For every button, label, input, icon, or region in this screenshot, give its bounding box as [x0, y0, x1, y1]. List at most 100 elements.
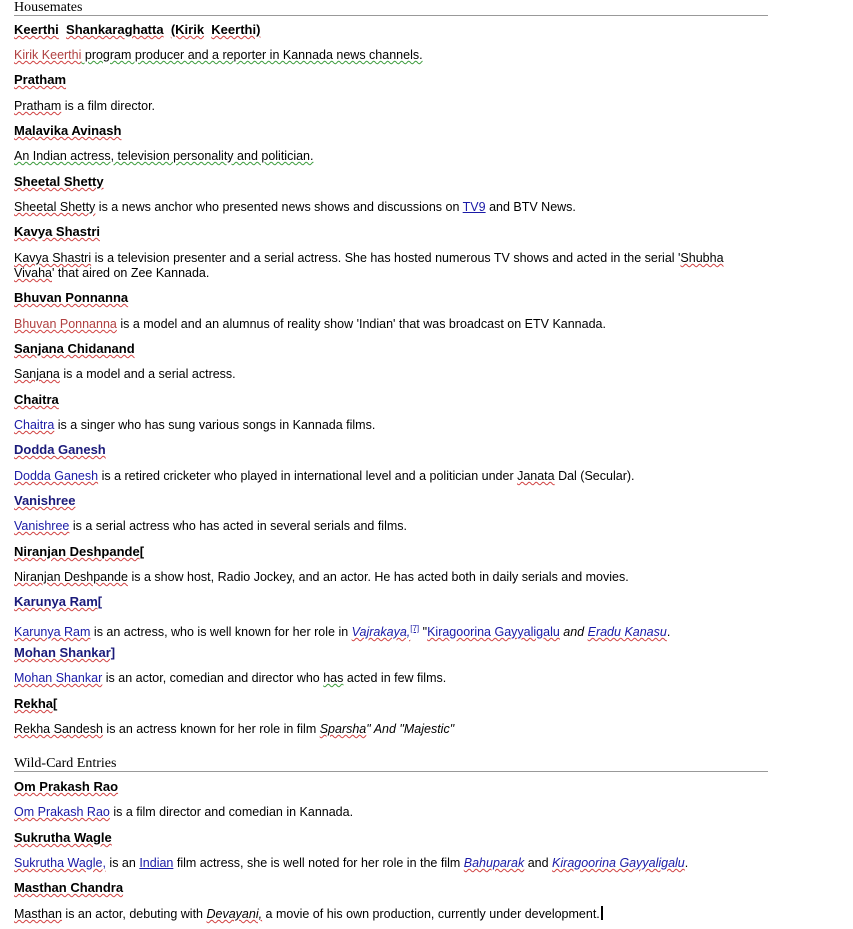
housemate-description: Chaitra is a singer who has sung various…	[14, 418, 734, 433]
housemate-description: Pratham is a film director.	[14, 99, 734, 114]
desc-text: Niranjan Deshpande	[14, 570, 128, 584]
desc-text: is a show host, Radio Jockey, and an act…	[127, 570, 629, 584]
person-link[interactable]: Sukrutha Wagle,	[14, 856, 106, 870]
housemate-name: Chaitra	[14, 392, 59, 408]
housemate-name[interactable]: Vanishree	[14, 493, 75, 509]
wildcard-description: Masthan is an actor, debuting with Devay…	[14, 906, 734, 922]
desc-text: "	[419, 625, 428, 640]
housemate-name: Sheetal Shetty	[14, 174, 104, 190]
name-part: Sanjana Chidanand	[14, 341, 135, 356]
housemate-description: Karunya Ram is an actress, who is well k…	[14, 621, 734, 640]
name-part: Sheetal Shetty	[14, 174, 104, 189]
desc-text: Dal (Secular).	[554, 469, 635, 483]
desc-text: Pratham	[14, 99, 62, 113]
desc-text: is a model and an alumnus of reality sho…	[116, 317, 606, 331]
desc-text: " And "Majestic"	[366, 722, 455, 736]
housemate-description: Dodda Ganesh is a retired cricketer who …	[14, 469, 734, 484]
section-heading-wildcard: Wild-Card Entries	[14, 756, 768, 772]
name-part: Malavika Avinash	[14, 123, 122, 138]
desc-text: and	[524, 856, 553, 870]
housemate-name: Bhuvan Ponnanna	[14, 290, 128, 306]
film-link[interactable]: Kiragoorina Gayyaligalu	[552, 856, 685, 870]
desc-text: Devayani,	[206, 907, 263, 921]
desc-text: is a film director.	[61, 99, 156, 113]
person-link[interactable]: Bhuvan Ponnanna	[14, 317, 117, 331]
desc-text: and BTV News.	[485, 200, 576, 214]
name-link[interactable]: Karunya Ram[	[14, 594, 102, 609]
desc-text: Sheetal Shetty	[14, 200, 96, 214]
housemate-description: Mohan Shankar is an actor, comedian and …	[14, 671, 734, 686]
name-part: Kavya Shastri	[14, 224, 100, 239]
name-link[interactable]: Vanishree	[14, 493, 75, 508]
housemate-name: Pratham	[14, 72, 66, 88]
housemate-description: Sheetal Shetty is a news anchor who pres…	[14, 200, 734, 215]
housemate-name: Kavya Shastri	[14, 224, 100, 240]
desc-text: Kavya Shastri	[14, 251, 92, 265]
desc-text: Sparsha	[319, 722, 367, 736]
desc-text: is a singer who has sung various songs i…	[54, 418, 376, 432]
desc-text: a movie of his own production, currently…	[262, 907, 600, 921]
person-link[interactable]: Om Prakash Rao	[14, 805, 110, 819]
desc-text: is a serial actress who has acted in sev…	[69, 519, 407, 533]
film-link[interactable]: Bahuparak	[464, 856, 524, 870]
desc-text: An Indian actress, television personalit…	[14, 149, 314, 163]
film-link[interactable]: Vajrakaya,	[352, 625, 411, 639]
film-link[interactable]: Kiragoorina Gayyaligalu	[427, 625, 560, 639]
desc-text: ' that aired on Zee Kannada.	[52, 266, 210, 280]
desc-text: film actress, she is well noted for her …	[173, 856, 464, 870]
housemate-description: Bhuvan Ponnanna is a model and an alumnu…	[14, 317, 734, 332]
person-link[interactable]: Karunya Ram	[14, 625, 90, 639]
desc-text: Sanjana	[14, 367, 60, 381]
wildcard-name: Masthan Chandra	[14, 880, 123, 896]
citation-link[interactable]: [7]	[410, 624, 419, 633]
desc-text: .	[666, 625, 671, 640]
housemate-description: Vanishree is a serial actress who has ac…	[14, 519, 734, 534]
name-link[interactable]: Dodda Ganesh	[14, 442, 106, 457]
name-part: Sukrutha Wagle	[14, 830, 112, 845]
wildcard-name: Om Prakash Rao	[14, 779, 118, 795]
housemate-name: Rekha[	[14, 696, 57, 712]
desc-text: is an actress, who is well known for her…	[90, 625, 352, 640]
wildcard-name: Sukrutha Wagle	[14, 830, 112, 846]
wildcard-description: Om Prakash Rao is a film director and co…	[14, 805, 734, 820]
film-link[interactable]: Eradu Kanasu	[588, 625, 667, 639]
person-link[interactable]: Mohan Shankar	[14, 671, 102, 685]
desc-text: is an	[105, 856, 140, 870]
desc-text: is a television presenter and a serial a…	[91, 251, 681, 265]
housemate-name: Keerthi Shankaraghatta (Kirik Keerthi)	[14, 22, 260, 38]
name-part: Pratham	[14, 72, 67, 87]
housemate-name: Niranjan Deshpande[	[14, 544, 144, 560]
desc-text: is a retired cricketer who played in int…	[98, 469, 518, 483]
document-page: Housemates Keerthi Shankaraghatta (Kirik…	[0, 0, 853, 929]
name-part: Keerthi	[14, 22, 59, 37]
section-heading-housemates: Housemates	[14, 0, 768, 16]
tv9-link[interactable]: TV9	[463, 200, 486, 214]
housemate-description: Niranjan Deshpande is a show host, Radio…	[14, 570, 734, 585]
person-link[interactable]: Chaitra	[14, 418, 54, 432]
name-part: Shankaraghatta	[66, 22, 164, 37]
name-part: Om Prakash Rao	[14, 779, 119, 794]
housemate-name: Sanjana Chidanand	[14, 341, 135, 357]
name-link[interactable]: Mohan Shankar]	[14, 645, 115, 660]
desc-text: Masthan	[14, 907, 62, 921]
person-link[interactable]: Vanishree	[14, 519, 69, 533]
desc-text: is an actress known for her role in film	[102, 722, 320, 736]
text-cursor	[600, 906, 603, 920]
indian-link[interactable]: Indian	[139, 856, 173, 870]
desc-text: has	[323, 671, 344, 685]
desc-text: is a news anchor who presented news show…	[95, 200, 463, 214]
person-link[interactable]: Kirik Keerthi	[14, 48, 81, 62]
person-link[interactable]: Dodda Ganesh	[14, 469, 98, 483]
housemate-description: An Indian actress, television personalit…	[14, 149, 734, 164]
housemate-description: Rekha Sandesh is an actress known for he…	[14, 722, 734, 737]
name-part: Keerthi)	[211, 22, 261, 37]
housemate-name[interactable]: Mohan Shankar]	[14, 645, 115, 661]
desc-text: .	[684, 856, 689, 870]
housemate-name[interactable]: Dodda Ganesh	[14, 442, 106, 458]
name-part: Chaitra	[14, 392, 59, 407]
housemate-description: Kirik Keerthi program producer and a rep…	[14, 48, 734, 63]
housemate-name[interactable]: Karunya Ram[	[14, 594, 102, 610]
wildcard-description: Sukrutha Wagle, is an Indian film actres…	[14, 856, 734, 871]
desc-text: is a film director and comedian in Kanna…	[109, 805, 354, 819]
name-part: (Kirik	[170, 22, 205, 37]
